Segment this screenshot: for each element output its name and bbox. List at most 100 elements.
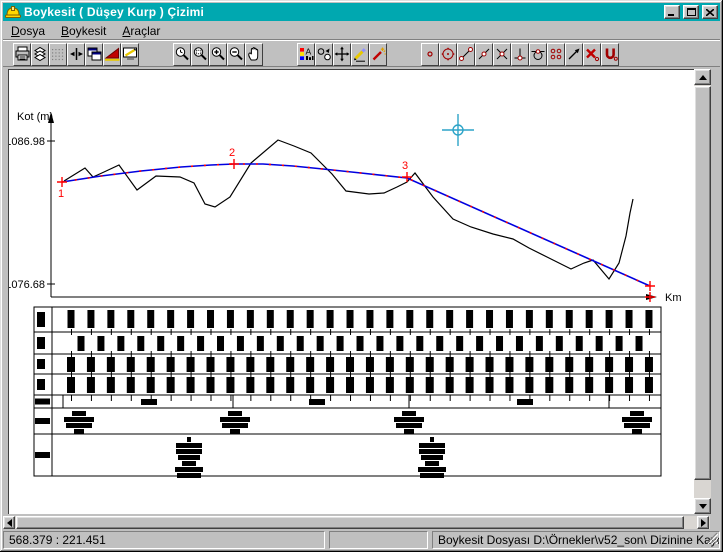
maximize-button[interactable] [683,5,699,19]
band-value-text [107,377,115,393]
band-value-text [237,336,244,351]
band-value-text [486,357,494,372]
snap-point-button[interactable] [421,43,439,66]
band-value-text [506,310,513,328]
zoom-previous-button[interactable] [173,43,191,66]
snap-center-button[interactable] [439,43,457,66]
snap-nearest-button[interactable] [565,43,583,66]
snap-midpoint-button[interactable] [475,43,493,66]
curve-info-text [624,423,650,428]
move-button[interactable] [333,43,351,66]
horizontal-scrollbar[interactable] [3,516,717,529]
status-coordinates: 568.379 : 221.451 [3,531,325,549]
band-value-text [187,310,194,328]
band-value-text [596,336,603,351]
x-axis-title: Km [665,292,682,304]
left-arrow-icon [7,519,12,527]
zoom-out-button[interactable] [227,43,245,66]
screen-edit-icon [122,46,138,62]
file-tools-group [13,43,139,66]
zoom-tools-group [173,43,263,66]
band-row-label [35,418,50,424]
band-value-text [277,336,284,351]
status-message: Boykesit Dosyası D:\Örnekler\v52_son\ Di… [438,533,720,547]
band-value-text [306,377,314,393]
band-value-text [326,377,334,393]
snap-none-icon [584,46,600,62]
band-value-text [605,377,613,393]
band-value-text [496,336,503,351]
layers-button[interactable] [31,43,49,66]
segment-label-text [309,399,325,405]
snap-intersection-button[interactable] [493,43,511,66]
print-button[interactable] [13,43,31,66]
snap-tangent-button[interactable] [529,43,547,66]
zoom-in-button[interactable] [209,43,227,66]
menu-boykesit[interactable]: Boykesit [53,22,114,40]
band-value-text [476,336,483,351]
y-axis-title: Kot (m) [17,111,53,123]
band-value-text [645,357,653,372]
vertex-number-label: 2 [229,147,235,159]
band-value-text [266,377,274,393]
colors-icon: A [298,46,314,62]
scroll-left-button[interactable] [3,516,15,529]
band-value-text [406,310,413,328]
magic-wand-button[interactable] [369,43,387,66]
band-value-text [107,310,114,328]
zoom-previous-icon [174,46,190,62]
zoom-window-button[interactable] [191,43,209,66]
snap-point-icon [422,46,438,62]
horizontal-scroll-thumb[interactable] [16,516,684,529]
scrollbar-corner [710,516,717,529]
band-value-text [545,357,553,372]
scroll-right-button[interactable] [697,516,709,529]
band-value-text [87,357,95,372]
drawing-area[interactable]: Kot (m)Km1086.981076.68123 [8,69,694,514]
snap-endpoint-button[interactable] [457,43,475,66]
band-value-text [207,377,215,393]
screen-edit-button[interactable] [121,43,139,66]
vertex-cross-marker [645,292,655,302]
grid-button[interactable] [49,43,67,66]
snap-perpendicular-button[interactable] [511,43,529,66]
cascade-button[interactable] [85,43,103,66]
kurp-detail-text [187,437,191,442]
scroll-down-button[interactable] [694,498,711,514]
snap-none-button[interactable] [583,43,601,66]
vertex-cross-marker [645,281,655,291]
snap-magnet-button[interactable] [601,43,619,66]
vertical-scrollbar[interactable] [694,69,711,514]
band-value-text [526,310,533,328]
colors-button[interactable]: A [297,43,315,66]
band-value-text [147,377,155,393]
band-value-text [117,336,124,351]
band-value-text [426,310,433,328]
vertical-scroll-thumb[interactable] [694,86,711,480]
zoom-in-icon [210,46,226,62]
snap-quadrant-button[interactable] [547,43,565,66]
curve-info-text [230,429,240,434]
drawing-svg: Kot (m)Km1086.981076.68123 [9,70,695,515]
snap-center-icon [440,46,456,62]
scroll-up-button[interactable] [694,69,711,85]
close-button[interactable] [702,5,718,19]
pan-button[interactable] [245,43,263,66]
band-value-text [386,377,394,393]
slope-button[interactable] [103,43,121,66]
snap-perpendicular-icon [512,46,528,62]
band-row-label [37,359,45,369]
vertex-number-label: 1 [58,188,64,200]
menu-araçlar[interactable]: Araçlar [114,22,168,40]
zoom-out-icon [228,46,244,62]
band-value-text [436,336,443,351]
band-value-text [97,336,104,351]
band-value-text [546,310,553,328]
minimize-button[interactable] [664,5,680,19]
menu-dosya[interactable]: Dosya [3,22,53,40]
rotate-points-button[interactable] [315,43,333,66]
resize-grip[interactable] [706,532,718,547]
band-value-text [267,310,274,328]
edit-pencil-button[interactable] [351,43,369,66]
axis-button[interactable] [67,43,85,66]
